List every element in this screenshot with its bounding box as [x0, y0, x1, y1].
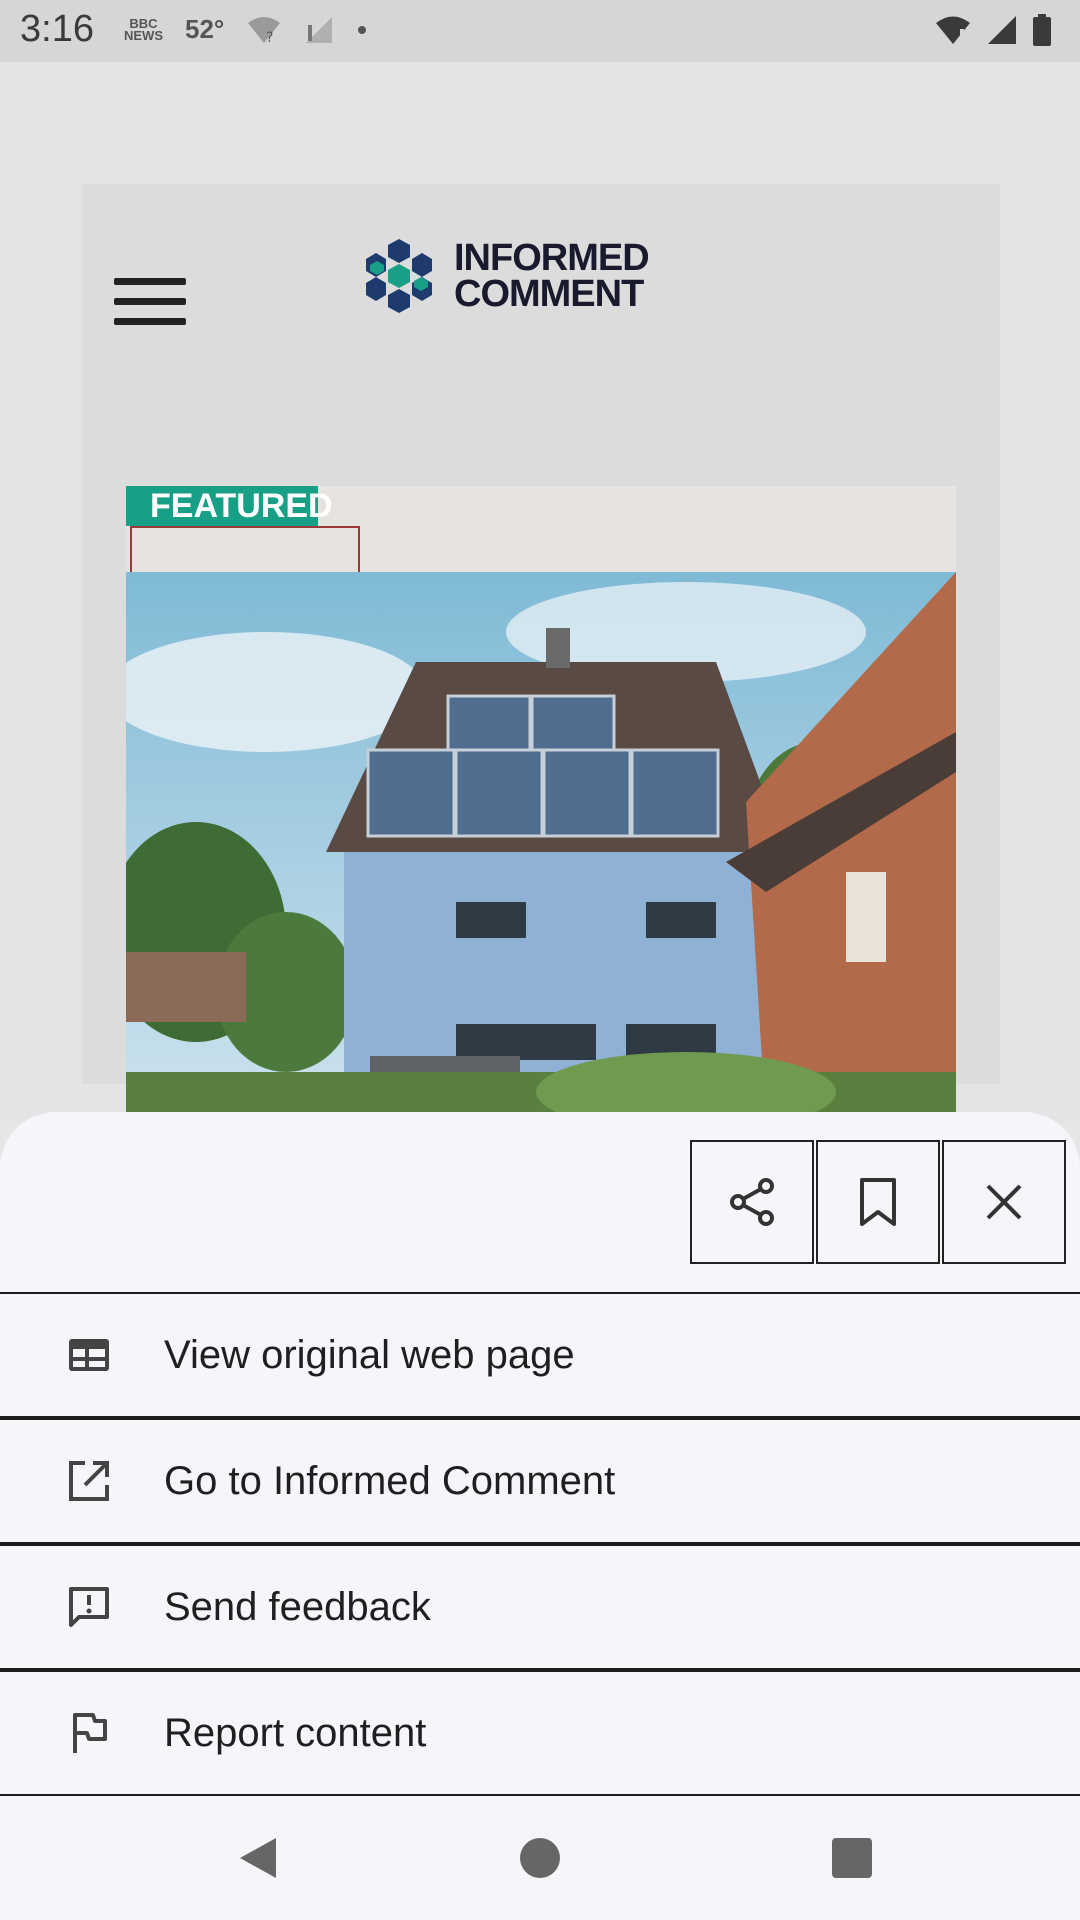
featured-badge: FEATURED	[126, 486, 333, 526]
menu-item-send-feedback[interactable]: Send feedback	[0, 1544, 1080, 1670]
bookmark-icon	[860, 1178, 896, 1226]
home-icon[interactable]	[520, 1838, 560, 1878]
bbc-news-icon: BBC NEWS	[124, 15, 163, 43]
svg-text:?: ?	[266, 30, 273, 45]
site-logo[interactable]: INFORMED COMMENT	[354, 226, 734, 326]
status-bar: 3:16 BBC NEWS 52° ?	[0, 0, 1080, 62]
back-icon[interactable]	[236, 1834, 280, 1882]
wifi-unknown-icon: ?	[248, 16, 281, 45]
signal-weak-icon	[306, 16, 333, 43]
status-time: 3:16	[20, 8, 94, 50]
temperature-text: 52°	[185, 14, 225, 44]
site-menu-button[interactable]	[114, 256, 372, 390]
wifi-icon	[936, 16, 970, 44]
share-button[interactable]	[690, 1140, 814, 1264]
share-icon	[730, 1178, 774, 1226]
logo-mark-icon	[366, 239, 432, 313]
featured-image-solar-house[interactable]	[126, 572, 956, 1124]
menu-item-label: Send feedback	[164, 1584, 431, 1629]
close-icon	[986, 1184, 1022, 1220]
bookmark-button[interactable]	[816, 1140, 940, 1264]
web-page: INFORMED COMMENT FEATURED	[0, 62, 1080, 1186]
cell-signal-icon	[988, 16, 1016, 44]
menu-item-go-to-site[interactable]: Go to Informed Comment	[0, 1418, 1080, 1544]
hamburger-icon	[114, 278, 186, 338]
notification-dot-icon	[358, 25, 367, 34]
feedback-icon	[66, 1584, 112, 1630]
web-page-icon	[66, 1332, 112, 1378]
close-button[interactable]	[942, 1140, 1066, 1264]
sheet-action-bar	[688, 1140, 1066, 1264]
logo-text: INFORMED COMMENT	[454, 237, 650, 315]
battery-icon	[1033, 14, 1051, 46]
menu-item-label: Go to Informed Comment	[164, 1458, 616, 1503]
menu-item-report-content[interactable]: Report content	[0, 1670, 1080, 1796]
recents-icon[interactable]	[832, 1838, 872, 1878]
menu-item-label: View original web page	[164, 1332, 575, 1377]
menu-item-label: Report content	[164, 1710, 427, 1755]
system-nav-bar	[0, 1796, 1080, 1920]
featured-article[interactable]: FEATURED	[126, 486, 956, 1186]
menu-item-view-original[interactable]: View original web page	[0, 1292, 1080, 1418]
flag-icon	[66, 1710, 112, 1756]
open-external-icon	[66, 1458, 112, 1504]
